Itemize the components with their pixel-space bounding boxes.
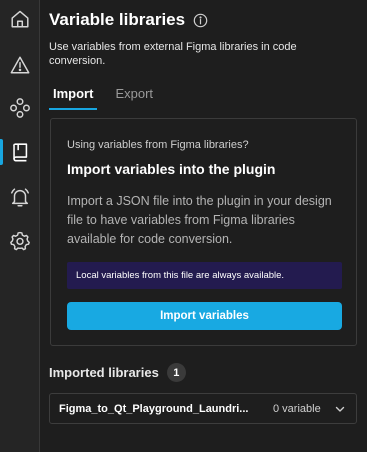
book-icon (13, 143, 28, 162)
info-icon[interactable] (193, 13, 208, 28)
import-variables-button[interactable]: Import variables (67, 302, 342, 330)
tab-export[interactable]: Export (111, 86, 157, 110)
gear-icon (10, 231, 30, 251)
sidebar-item-warnings[interactable] (0, 46, 40, 84)
imported-libraries-count-badge: 1 (166, 363, 186, 382)
page-subtitle: Use variables from external Figma librar… (49, 41, 297, 67)
local-variables-notice: Local variables from this file are alway… (67, 262, 342, 289)
library-variable-count: 0 variable (273, 402, 321, 415)
import-card-description: Import a JSON file into the plugin in yo… (67, 194, 332, 246)
library-row[interactable]: Figma_to_Qt_Playground_Laundri... 0 vari… (49, 393, 357, 424)
home-icon (11, 10, 29, 28)
imported-libraries-title: Imported libraries (49, 365, 159, 380)
warning-icon (10, 56, 30, 74)
tab-import[interactable]: Import (49, 86, 98, 110)
sidebar (0, 0, 40, 452)
tab-bar: Import Export (49, 86, 171, 110)
header: Variable libraries (49, 10, 208, 30)
import-card: Using variables from Figma libraries? Im… (50, 118, 357, 346)
chevron-down-icon[interactable] (334, 403, 346, 415)
bell-icon (11, 188, 29, 207)
import-card-heading: Import variables into the plugin (67, 161, 276, 177)
page-title: Variable libraries (49, 10, 186, 29)
import-card-eyebrow: Using variables from Figma libraries? (67, 139, 249, 151)
sidebar-item-notifications[interactable] (0, 178, 40, 216)
imported-libraries-header: Imported libraries 1 (49, 363, 186, 382)
library-name: Figma_to_Qt_Playground_Laundri... (59, 402, 249, 415)
main-panel: Variable libraries Use variables from ex… (41, 0, 367, 452)
components-icon (10, 98, 30, 118)
sidebar-item-settings[interactable] (0, 222, 40, 260)
sidebar-item-home[interactable] (0, 0, 40, 38)
sidebar-item-variable-libraries[interactable] (0, 133, 40, 171)
sidebar-item-components[interactable] (0, 89, 40, 127)
